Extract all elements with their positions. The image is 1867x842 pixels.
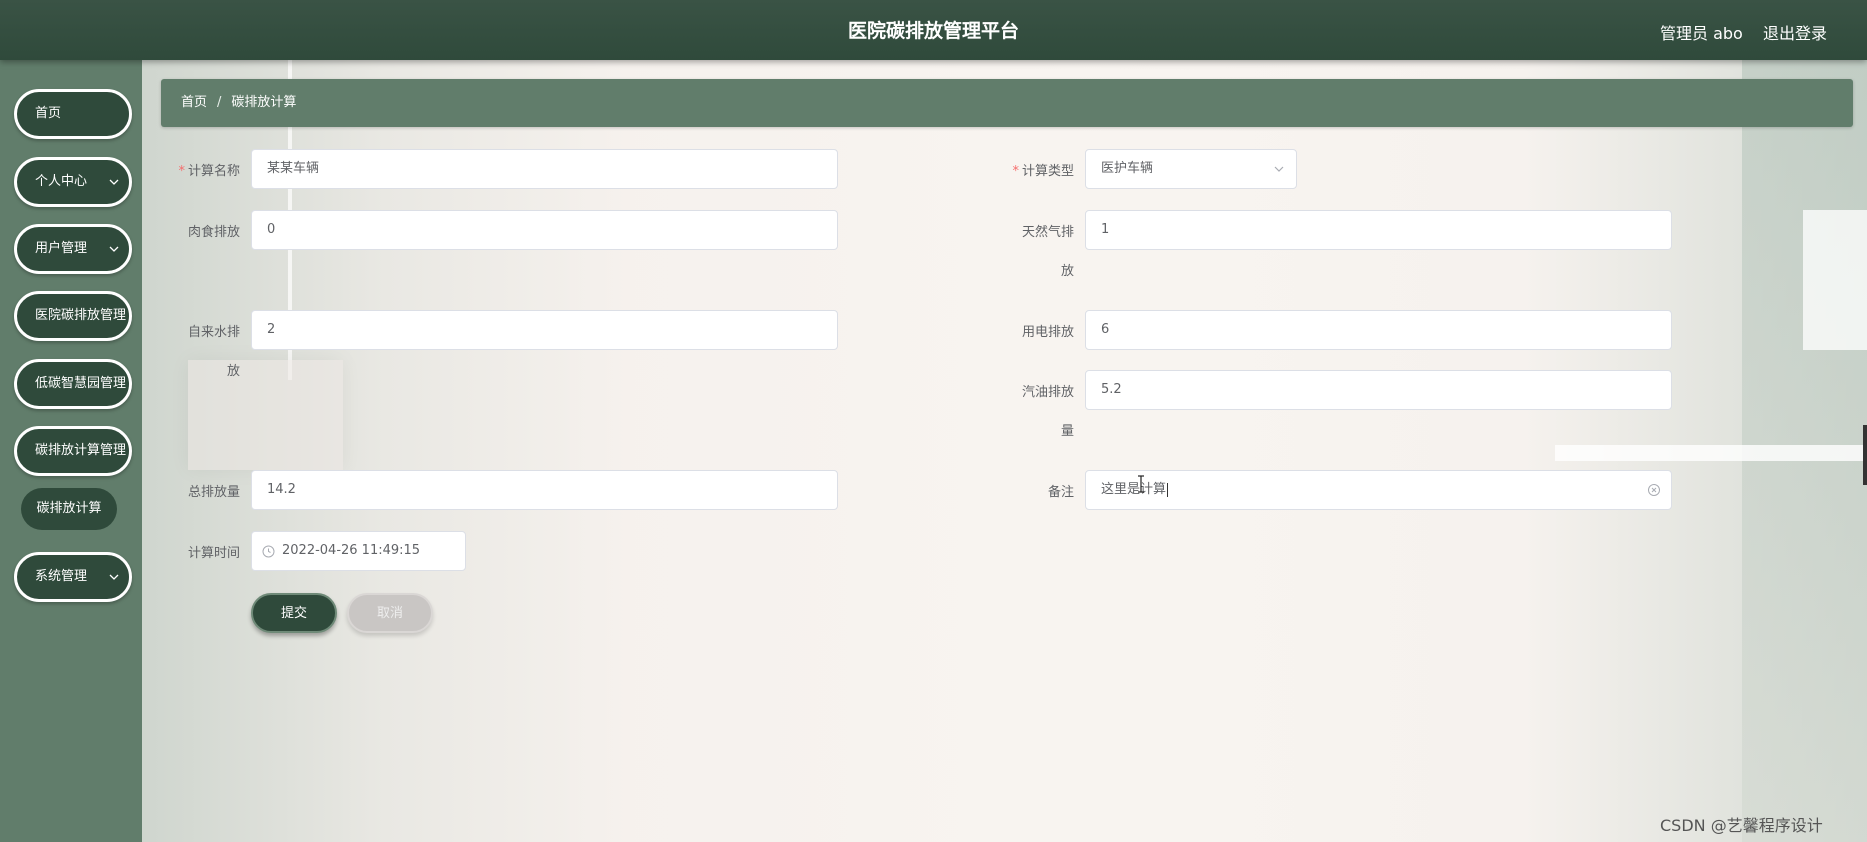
total-emission-input[interactable]: 14.2	[251, 470, 838, 510]
clear-icon[interactable]	[1647, 483, 1661, 497]
meat-emission-input[interactable]: 0	[251, 210, 838, 250]
calc-time-label: 计算时间	[187, 546, 240, 561]
sidebar-item-label: 首页	[35, 106, 62, 121]
chevron-down-icon	[109, 179, 119, 185]
gas-emission-input[interactable]: 1	[1085, 210, 1672, 250]
calc-name-input[interactable]: 某某车辆	[251, 149, 838, 189]
calc-type-label: * 计算类型	[1012, 164, 1074, 179]
required-asterisk: *	[1012, 164, 1019, 179]
top-header: 医院碳排放管理平台 管理员 abo 退出登录	[0, 0, 1867, 60]
sidebar-item-carbon-calc-management[interactable]: 碳排放计算管理	[14, 426, 132, 476]
background-shelf	[1555, 445, 1867, 461]
sidebar-item-label: 低碳智慧园管理	[35, 376, 127, 391]
remark-input[interactable]: 这里是计算	[1085, 470, 1672, 510]
app-title: 医院碳排放管理平台	[847, 20, 1019, 42]
sidebar-item-label: 个人中心	[35, 174, 88, 189]
watermark: CSDN @艺馨程序设计	[1660, 816, 1823, 835]
petrol-emission-label: 汽油排放	[1021, 385, 1074, 400]
gas-emission-label: 天然气排	[1021, 225, 1074, 240]
water-emission-label-cont: 放	[226, 364, 240, 379]
remark-value: 这里是计算	[1101, 482, 1167, 497]
calc-type-select[interactable]: 医护车辆	[1085, 149, 1297, 189]
remark-label: 备注	[1047, 485, 1074, 500]
calc-type-value: 医护车辆	[1101, 161, 1154, 176]
submit-button[interactable]: 提交	[251, 593, 337, 633]
sidebar-item-hospital-carbon[interactable]: 医院碳排放管理	[14, 291, 132, 341]
mouse-ibeam-cursor-icon	[1138, 475, 1144, 493]
total-emission-label: 总排放量	[187, 485, 240, 500]
breadcrumb: 首页 / 碳排放计算	[161, 79, 1853, 127]
breadcrumb-home[interactable]: 首页	[181, 95, 207, 110]
calc-time-value: 2022-04-26 11:49:15	[282, 543, 421, 558]
breadcrumb-current: 碳排放计算	[231, 95, 297, 110]
chevron-down-icon	[109, 574, 119, 580]
required-asterisk: *	[178, 164, 185, 179]
current-user-label: 管理员 abo	[1660, 24, 1743, 43]
calc-time-picker[interactable]: 2022-04-26 11:49:15	[251, 531, 466, 571]
sidebar-item-system-management[interactable]: 系统管理	[14, 552, 132, 602]
sidebar-item-user-management[interactable]: 用户管理	[14, 224, 132, 274]
water-emission-label: 自来水排	[187, 325, 240, 340]
background-panel	[1803, 210, 1867, 350]
sidebar-item-label: 医院碳排放管理	[35, 308, 127, 323]
logout-link[interactable]: 退出登录	[1763, 20, 1827, 44]
sidebar-item-low-carbon-park[interactable]: 低碳智慧园管理	[14, 359, 132, 409]
sidebar-subitem-carbon-calc[interactable]: 碳排放计算	[21, 488, 117, 530]
electric-emission-input[interactable]: 6	[1085, 310, 1672, 350]
calc-name-label: * 计算名称	[178, 164, 240, 179]
water-emission-input[interactable]: 2	[251, 310, 838, 350]
meat-emission-label: 肉食排放	[187, 225, 240, 240]
text-cursor	[1167, 482, 1169, 497]
electric-emission-label: 用电排放	[1021, 325, 1074, 340]
sidebar-item-label: 碳排放计算管理	[35, 443, 127, 458]
breadcrumb-separator: /	[217, 95, 222, 110]
petrol-emission-label-cont: 量	[1060, 424, 1074, 439]
sidebar-item-home[interactable]: 首页	[14, 89, 132, 139]
chevron-down-icon	[109, 246, 119, 252]
chevron-down-icon	[1274, 166, 1284, 172]
clock-icon	[262, 545, 275, 558]
cancel-button[interactable]: 取消	[347, 593, 433, 633]
sidebar-item-label: 系统管理	[35, 569, 88, 584]
scrollbar-thumb[interactable]	[1863, 425, 1867, 485]
petrol-emission-input[interactable]: 5.2	[1085, 370, 1672, 410]
gas-emission-label-cont: 放	[1060, 264, 1074, 279]
sidebar-item-personal-center[interactable]: 个人中心	[14, 157, 132, 207]
sidebar-item-label: 用户管理	[35, 241, 88, 256]
